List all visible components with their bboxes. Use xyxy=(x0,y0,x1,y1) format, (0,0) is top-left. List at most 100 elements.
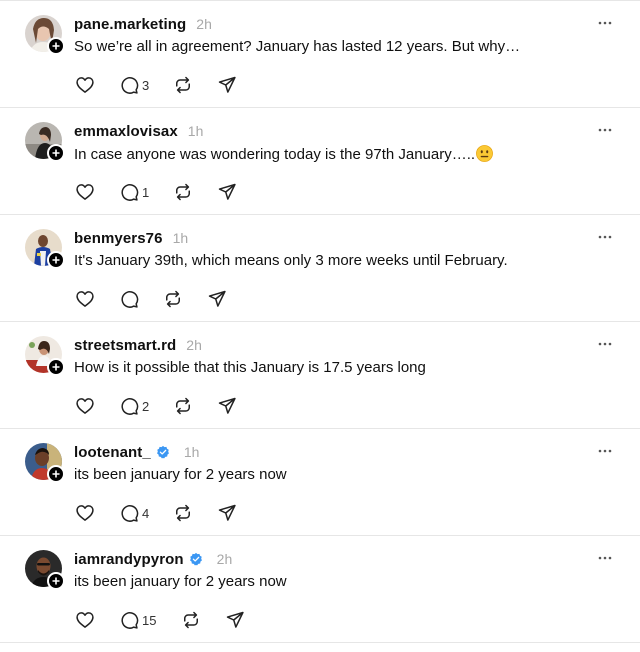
verified-badge-icon xyxy=(189,552,203,566)
reply-button[interactable]: 3 xyxy=(119,74,173,96)
post-header: lootenant_ 1h xyxy=(74,442,199,462)
reply-count: 3 xyxy=(142,77,150,93)
reply-count: 2 xyxy=(142,398,150,414)
post-text: It's January 39th, which means only 3 mo… xyxy=(74,252,508,269)
timestamp: 1h xyxy=(172,230,189,246)
share-button[interactable] xyxy=(217,395,247,417)
comment-bubble-icon xyxy=(121,291,139,308)
post-text: In case anyone was wondering today is th… xyxy=(74,145,493,163)
avatar[interactable] xyxy=(25,336,65,376)
repost-button[interactable] xyxy=(163,288,207,310)
follow-plus-icon[interactable] xyxy=(47,465,65,483)
neutral-face-emoji-icon xyxy=(476,145,493,162)
username[interactable]: streetsmart.rd xyxy=(74,337,176,354)
more-icon[interactable] xyxy=(597,17,613,29)
share-button[interactable] xyxy=(217,502,247,524)
post-text: its been january for 2 years now xyxy=(74,573,287,590)
post-text-content: its been january for 2 years now xyxy=(74,573,287,590)
username[interactable]: lootenant_ xyxy=(74,444,151,461)
like-button[interactable] xyxy=(75,609,119,631)
repost-button[interactable] xyxy=(173,395,217,417)
reply-button[interactable]: 2 xyxy=(119,395,173,417)
action-bar: 3 xyxy=(75,74,247,96)
username[interactable]: benmyers76 xyxy=(74,230,163,247)
username[interactable]: pane.marketing xyxy=(74,16,186,33)
reply-button[interactable]: 15 xyxy=(119,609,181,631)
heart-icon xyxy=(76,184,94,200)
post-card[interactable]: iamrandypyron 2h its been january for 2 … xyxy=(0,536,640,643)
repost-button[interactable] xyxy=(173,74,217,96)
timestamp: 2h xyxy=(186,337,202,353)
repost-icon xyxy=(166,290,180,308)
comment-bubble-icon xyxy=(121,184,139,201)
heart-icon xyxy=(76,291,94,307)
repost-icon xyxy=(176,76,190,94)
heart-icon xyxy=(76,505,94,521)
action-bar xyxy=(75,288,237,310)
action-bar: 2 xyxy=(75,395,247,417)
avatar[interactable] xyxy=(25,550,65,590)
comment-bubble-icon xyxy=(121,505,139,522)
repost-button[interactable] xyxy=(173,181,217,203)
send-icon xyxy=(218,76,236,93)
post-header: emmaxlovisax 1h xyxy=(74,121,203,141)
repost-button[interactable] xyxy=(181,609,225,631)
reply-count: 15 xyxy=(142,612,157,628)
more-icon[interactable] xyxy=(597,445,613,457)
repost-button[interactable] xyxy=(173,502,217,524)
send-icon xyxy=(208,290,226,307)
threads-feed: pane.marketing 2h So we’re all in agreem… xyxy=(0,0,640,643)
action-bar: 15 xyxy=(75,609,255,631)
post-card[interactable]: pane.marketing 2h So we’re all in agreem… xyxy=(0,1,640,108)
action-bar: 1 xyxy=(75,181,247,203)
more-icon[interactable] xyxy=(597,552,613,564)
post-text-content: It's January 39th, which means only 3 mo… xyxy=(74,252,508,269)
like-button[interactable] xyxy=(75,74,119,96)
follow-plus-icon[interactable] xyxy=(47,572,65,590)
reply-button[interactable]: 1 xyxy=(119,181,173,203)
post-text: its been january for 2 years now xyxy=(74,466,287,483)
avatar[interactable] xyxy=(25,443,65,483)
send-icon xyxy=(218,183,236,200)
follow-plus-icon[interactable] xyxy=(47,251,65,269)
like-button[interactable] xyxy=(75,395,119,417)
reply-button[interactable]: 4 xyxy=(119,502,173,524)
username[interactable]: emmaxlovisax xyxy=(74,123,178,140)
like-button[interactable] xyxy=(75,502,119,524)
timestamp: 2h xyxy=(216,551,233,567)
share-button[interactable] xyxy=(207,288,237,310)
follow-plus-icon[interactable] xyxy=(47,144,65,162)
comment-bubble-icon xyxy=(121,612,139,629)
heart-icon xyxy=(76,612,94,628)
more-icon[interactable] xyxy=(597,338,613,350)
timestamp: 1h xyxy=(183,444,200,460)
like-button[interactable] xyxy=(75,288,119,310)
repost-icon xyxy=(176,183,190,201)
reply-button[interactable] xyxy=(119,288,163,310)
follow-plus-icon[interactable] xyxy=(47,37,65,55)
post-card[interactable]: benmyers76 1h It's January 39th, which m… xyxy=(0,215,640,322)
more-icon[interactable] xyxy=(597,124,613,136)
send-icon xyxy=(218,397,236,414)
share-button[interactable] xyxy=(217,181,247,203)
heart-icon xyxy=(76,77,94,93)
share-button[interactable] xyxy=(225,609,255,631)
comment-bubble-icon xyxy=(121,77,139,94)
post-card[interactable]: lootenant_ 1h its been january for 2 yea… xyxy=(0,429,640,536)
post-text: So we’re all in agreement? January has l… xyxy=(74,38,520,55)
avatar[interactable] xyxy=(25,122,65,162)
send-icon xyxy=(226,611,244,628)
follow-plus-icon[interactable] xyxy=(47,358,65,376)
like-button[interactable] xyxy=(75,181,119,203)
username[interactable]: iamrandypyron xyxy=(74,551,184,568)
post-card[interactable]: streetsmart.rd 2h How is it possible tha… xyxy=(0,322,640,429)
share-button[interactable] xyxy=(217,74,247,96)
post-header: streetsmart.rd 2h xyxy=(74,335,202,355)
reply-count: 4 xyxy=(142,505,150,521)
timestamp: 2h xyxy=(196,16,212,32)
avatar[interactable] xyxy=(25,229,65,269)
post-card[interactable]: emmaxlovisax 1h In case anyone was wonde… xyxy=(0,108,640,215)
post-header: pane.marketing 2h xyxy=(74,14,212,34)
avatar[interactable] xyxy=(25,15,65,55)
more-icon[interactable] xyxy=(597,231,613,243)
